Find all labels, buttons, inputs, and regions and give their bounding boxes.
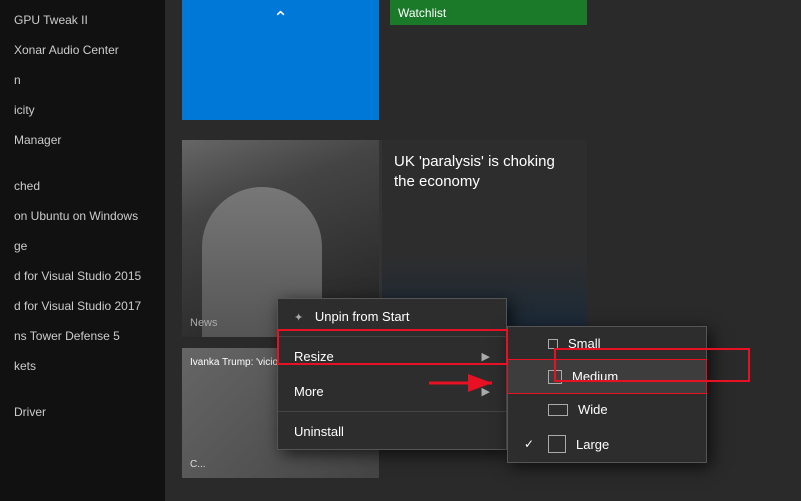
resize-large[interactable]: ✓ Large (508, 426, 706, 462)
sidebar-item-ubuntu[interactable]: on Ubuntu on Windows (0, 201, 165, 231)
sidebar-item-vs2015[interactable]: d for Visual Studio 2015 (0, 261, 165, 291)
large-label: Large (576, 437, 609, 452)
sidebar-item-driver[interactable]: Driver (0, 397, 165, 427)
context-menu-unpin[interactable]: ✦ Unpin from Start (278, 299, 506, 334)
context-menu-separator-2 (278, 411, 506, 412)
news2-label: C... (190, 459, 206, 470)
sidebar-item-tower-defense[interactable]: ns Tower Defense 5 (0, 321, 165, 351)
small-label: Small (568, 336, 601, 351)
resize-medium[interactable]: Medium (508, 360, 706, 393)
context-menu-separator-1 (278, 336, 506, 337)
sidebar-item-empty1 (0, 155, 165, 171)
uninstall-label: Uninstall (294, 424, 344, 439)
news-headline: UK 'paralysis' is choking the economy (394, 152, 575, 191)
unpin-label: Unpin from Start (315, 309, 410, 324)
small-icon (548, 339, 558, 349)
sidebar-item-gpu-tweak[interactable]: GPU Tweak II (0, 5, 165, 35)
more-label: More (294, 384, 324, 399)
sidebar-item-xonar[interactable]: Xonar Audio Center (0, 35, 165, 65)
sidebar-item-vs2017[interactable]: d for Visual Studio 2017 (0, 291, 165, 321)
resize-label: Resize (294, 349, 334, 364)
resize-wide[interactable]: Wide (508, 393, 706, 426)
context-menu-uninstall[interactable]: Uninstall (278, 414, 506, 449)
resize-submenu: Small Medium Wide ✓ Large (507, 326, 707, 463)
start-menu-sidebar: GPU Tweak II Xonar Audio Center n icity … (0, 0, 165, 501)
sidebar-item-kets[interactable]: kets (0, 351, 165, 381)
resize-small[interactable]: Small (508, 327, 706, 360)
sidebar-item-ched[interactable]: ched (0, 171, 165, 201)
sidebar-item-n[interactable]: n (0, 65, 165, 95)
news-tile-label: News (190, 317, 218, 329)
sidebar-item-icity[interactable]: icity (0, 95, 165, 125)
watchlist-label: Watchlist (398, 6, 446, 20)
medium-icon (548, 370, 562, 384)
large-checkmark: ✓ (524, 437, 538, 451)
resize-arrow-icon: ▶ (482, 350, 490, 363)
tile-blue[interactable]: ⌃ (182, 0, 379, 120)
large-icon (548, 435, 566, 453)
unpin-icon: ✦ (294, 312, 303, 324)
sidebar-item-manager[interactable]: Manager (0, 125, 165, 155)
medium-label: Medium (572, 369, 618, 384)
chevron-up-icon: ⌃ (273, 8, 288, 29)
wide-label: Wide (578, 402, 608, 417)
red-arrow (424, 368, 504, 398)
tile-watchlist[interactable]: Watchlist (390, 0, 587, 25)
sidebar-item-empty2 (0, 381, 165, 397)
sidebar-item-ge[interactable]: ge (0, 231, 165, 261)
wide-icon (548, 404, 568, 416)
